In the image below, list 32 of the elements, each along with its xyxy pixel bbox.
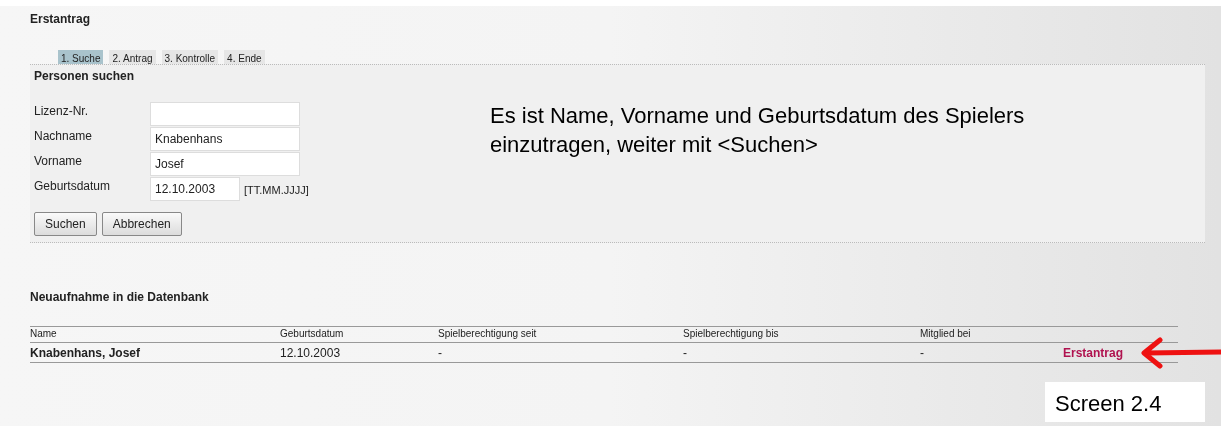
caption-label: Screen 2.4 — [1045, 382, 1205, 422]
step-tab[interactable]: 3. Kontrolle — [161, 50, 219, 64]
arrow-icon — [1138, 336, 1221, 370]
panel-title: Personen suchen — [34, 68, 136, 85]
column-header: Geburtsdatum — [280, 327, 345, 341]
step-tab[interactable]: 4. Ende — [224, 50, 265, 64]
column-header: Spielberechtigung bis — [683, 327, 780, 341]
step-tab[interactable]: 2. Antrag — [109, 50, 156, 64]
column-header: Name — [30, 327, 58, 341]
table-cell-text: 12.10.2003 — [280, 344, 342, 362]
field-label: Nachname — [34, 128, 94, 145]
format-hint: [TT.MM.JJJJ] — [244, 183, 309, 198]
column-header: Mitglied bei — [920, 327, 972, 341]
form-button[interactable]: Suchen — [34, 212, 97, 236]
table-cell-text: - — [920, 344, 925, 362]
action-link[interactable]: Erstantrag — [1063, 343, 1124, 362]
table-cell-text: - — [438, 344, 443, 362]
text-field[interactable]: 12.10.2003 — [150, 177, 240, 201]
field-label: Vorname — [34, 153, 84, 170]
table-cell-text: Knabenhans, Josef — [30, 344, 142, 362]
text-field[interactable]: Knabenhans — [150, 127, 300, 151]
column-header: Spielberechtigung seit — [438, 327, 538, 341]
table-cell-text: - — [683, 344, 688, 362]
field-label: Geburtsdatum — [34, 178, 112, 195]
field-label: Lizenz-Nr. — [34, 103, 90, 120]
section-title: Neuaufnahme in die Datenbank — [30, 289, 210, 306]
text-field[interactable]: Josef — [150, 152, 300, 176]
step-tab[interactable]: 1. Suche — [58, 50, 104, 64]
page-title: Erstantrag — [30, 11, 92, 28]
annotation-text: Es ist Name, Vorname und Geburtsdatum des Spielers einzutragen, weiter mit <Suchen> — [490, 102, 1026, 159]
text-field[interactable] — [150, 102, 300, 126]
form-button[interactable]: Abbrechen — [101, 212, 182, 236]
